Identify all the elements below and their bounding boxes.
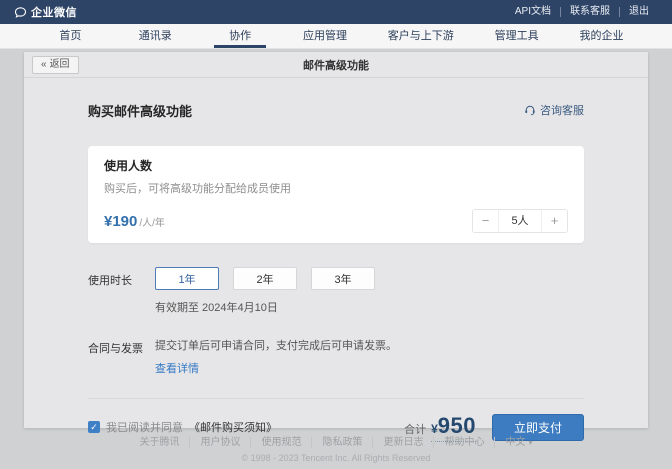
footer-link-changelog[interactable]: 更新日志 (372, 437, 433, 448)
footer-link-rules[interactable]: 使用规范 (250, 437, 311, 448)
checkout-divider (88, 398, 584, 399)
topbar-links: API文档 联系客服 退出 (506, 7, 658, 17)
wecom-logo: 企业微信 (14, 4, 77, 20)
back-button[interactable]: « 返回 (32, 56, 79, 74)
panel-header: « 返回 邮件高级功能 (24, 52, 648, 78)
nav-tab-my-company[interactable]: 我的企业 (575, 24, 627, 48)
duration-option-3year[interactable]: 3年 (311, 267, 375, 290)
agree-text: 我已阅读并同意 (106, 419, 183, 435)
consult-support-label: 咨询客服 (540, 102, 584, 118)
heading-row: 购买邮件高级功能 咨询客服 (88, 102, 584, 118)
unit-price-value: 190 (112, 213, 137, 230)
purchase-heading: 购买邮件高级功能 (88, 101, 192, 120)
consult-support-link[interactable]: 咨询客服 (524, 102, 584, 118)
back-arrow-icon: « (41, 57, 47, 73)
agree-checkbox[interactable]: ✓ (88, 421, 100, 433)
contact-support-link[interactable]: 联系客服 (560, 7, 619, 17)
chat-bubble-icon (14, 6, 27, 19)
contract-text: 提交订单后可申请合同，支付完成后可申请发票。 (155, 339, 397, 354)
back-button-label: 返回 (50, 57, 70, 73)
nav-tab-apps[interactable]: 应用管理 (299, 24, 351, 48)
valid-until-text: 有效期至 2024年4月10日 (155, 299, 584, 315)
agreement-area: ✓ 我已阅读并同意《邮件购买须知》 (88, 419, 277, 435)
stepper-value: 5人 (498, 210, 542, 232)
nav-tab-customers[interactable]: 客户与上下游 (384, 24, 458, 48)
topbar: 企业微信 API文档 联系客服 退出 (0, 0, 672, 24)
panel-body: 购买邮件高级功能 咨询客服 使用人数 购买后，可将高级功能分配给成员使用 ¥19… (24, 102, 648, 441)
duration-label: 使用时长 (88, 267, 155, 288)
main-nav: 首页 通讯录 协作 应用管理 客户与上下游 管理工具 我的企业 (0, 24, 672, 49)
logo-text: 企业微信 (31, 4, 77, 20)
duration-options: 1年 2年 3年 (155, 267, 375, 290)
contract-content: 提交订单后可申请合同，支付完成后可申请发票。 查看详情 (155, 339, 397, 376)
content-panel: « 返回 邮件高级功能 购买邮件高级功能 咨询客服 使用人数 购买后，可将高级功… (24, 52, 648, 428)
page-title: 邮件高级功能 (303, 57, 369, 73)
stepper-minus-button[interactable]: − (473, 210, 498, 232)
footer-link-agreement[interactable]: 用户协议 (189, 437, 250, 448)
card-subtitle: 购买后，可将高级功能分配给成员使用 (104, 180, 568, 196)
footer-link-help[interactable]: 帮助中心 (433, 437, 494, 448)
total-currency-symbol: ¥ (431, 422, 438, 436)
language-label: 中文 (505, 437, 525, 448)
logout-link[interactable]: 退出 (619, 7, 658, 17)
duration-option-2year[interactable]: 2年 (233, 267, 297, 290)
api-docs-link[interactable]: API文档 (506, 7, 560, 17)
contract-section: 合同与发票 提交订单后可申请合同，支付完成后可申请发票。 查看详情 (88, 339, 584, 376)
purchase-notice-link[interactable]: 《邮件购买须知》 (189, 419, 277, 435)
nav-tab-contacts[interactable]: 通讯录 (129, 24, 181, 48)
user-count-card: 使用人数 购买后，可将高级功能分配给成员使用 ¥190/人/年 − 5人 + (88, 146, 584, 243)
user-count-stepper: − 5人 + (472, 209, 568, 233)
stepper-plus-button[interactable]: + (542, 210, 567, 232)
nav-tab-collaboration[interactable]: 协作 (214, 24, 266, 48)
headset-icon (524, 104, 536, 116)
language-caret-icon: ▾ (528, 438, 532, 447)
contract-label: 合同与发票 (88, 339, 155, 356)
duration-section: 使用时长 1年 2年 3年 (88, 267, 584, 290)
nav-tab-home[interactable]: 首页 (44, 24, 96, 48)
view-details-link[interactable]: 查看详情 (155, 360, 397, 376)
footer-link-privacy[interactable]: 隐私政策 (311, 437, 372, 448)
nav-tab-admin-tools[interactable]: 管理工具 (491, 24, 543, 48)
duration-option-1year[interactable]: 1年 (155, 267, 219, 290)
price-row: ¥190/人/年 − 5人 + (104, 209, 568, 233)
unit-price: ¥190/人/年 (104, 213, 165, 230)
language-selector[interactable]: 中文▾ (494, 437, 542, 448)
unit-price-unit: /人/年 (139, 218, 165, 229)
total-label: 合计 (404, 421, 426, 437)
footer-link-about[interactable]: 关于腾讯 (129, 437, 189, 448)
total-value: 950 (438, 413, 476, 438)
card-title: 使用人数 (104, 157, 568, 174)
copyright-text: © 1998 - 2023 Tencent Inc. All Rights Re… (0, 453, 672, 463)
